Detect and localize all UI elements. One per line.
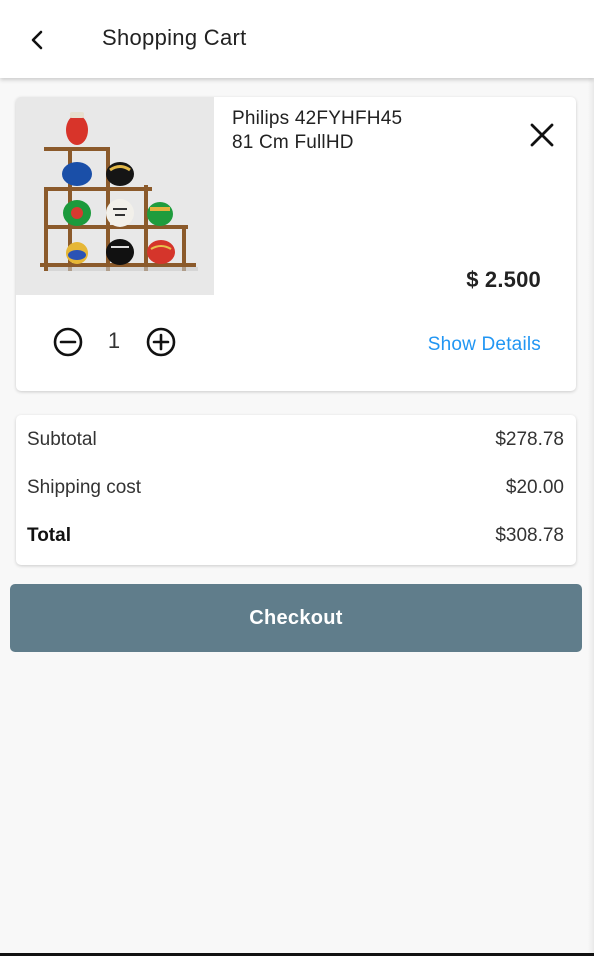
page-title: Shopping Cart	[102, 25, 247, 50]
shipping-label: Shipping cost	[27, 477, 142, 498]
show-details-link[interactable]: Show Details	[428, 334, 541, 356]
minus-circle-icon	[53, 327, 83, 357]
subtotal-label: Subtotal	[27, 429, 97, 450]
subtotal-value: $278.78	[495, 429, 564, 450]
total-value: $308.78	[495, 525, 564, 546]
back-button[interactable]	[20, 22, 56, 58]
shipping-row: Shipping cost $20.00	[27, 475, 564, 501]
shipping-value: $20.00	[505, 477, 564, 498]
checkout-button[interactable]: Checkout	[10, 584, 582, 652]
edge-shadow	[588, 0, 594, 956]
order-summary-card: Subtotal $278.78 Shipping cost $20.00 To…	[16, 415, 576, 565]
total-label: Total	[27, 525, 71, 546]
product-name[interactable]: Philips 42FYHFH45 81 Cm FullHD	[232, 107, 482, 155]
cart-item-card: Philips 42FYHFH45 81 Cm FullHD $ 2.500 1…	[16, 97, 576, 391]
remove-item-button[interactable]	[524, 117, 560, 153]
wall-shelf-with-painted-pots-image	[16, 97, 214, 295]
chevron-left-icon	[31, 30, 43, 50]
product-name-line-2: 81 Cm FullHD	[232, 132, 354, 153]
item-price: $ 2.500	[466, 267, 541, 292]
total-row: Total $308.78	[27, 523, 564, 549]
increase-quantity-button[interactable]	[145, 326, 177, 358]
app-bar: Shopping Cart	[0, 0, 594, 78]
close-icon	[530, 123, 554, 147]
decrease-quantity-button[interactable]	[52, 326, 84, 358]
plus-circle-icon	[146, 327, 176, 357]
product-image[interactable]	[16, 97, 214, 295]
quantity-value: 1	[107, 328, 121, 353]
product-name-line-1: Philips 42FYHFH45	[232, 108, 403, 129]
subtotal-row: Subtotal $278.78	[27, 427, 564, 453]
